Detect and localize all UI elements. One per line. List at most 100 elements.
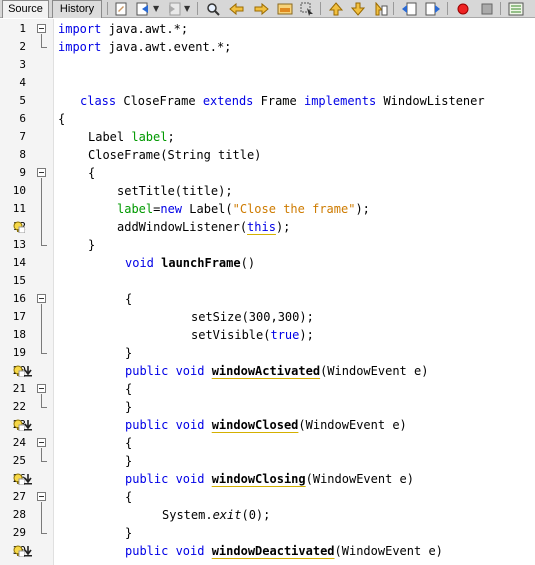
code-editor[interactable]: import java.awt.*; import java.awt.event.… — [54, 19, 535, 565]
code-token: ); — [275, 220, 291, 234]
code-line[interactable]: import java.awt.event.*; — [58, 38, 231, 56]
code-token: windowClosed — [211, 418, 299, 432]
code-token: } — [125, 346, 133, 360]
toggle-highlight-icon[interactable] — [277, 1, 293, 16]
code-token: void — [125, 256, 154, 270]
fold-guide — [41, 448, 42, 461]
line-number: 21 — [12, 382, 26, 395]
code-token: public void — [125, 472, 212, 486]
code-token: java.awt.event.*; — [101, 40, 232, 54]
editor-toolbar: Source History ▼ ▼ — [0, 0, 535, 18]
tab-history[interactable]: History — [52, 0, 102, 18]
code-line[interactable]: System.exit(0); — [162, 506, 270, 524]
code-line[interactable]: public void windowActivated(WindowEvent … — [125, 362, 428, 380]
code-line[interactable]: addWindowListener(this); — [117, 218, 290, 236]
line-number: 14 — [12, 256, 26, 269]
code-line[interactable]: } — [125, 344, 132, 362]
fold-end-marker — [41, 533, 47, 534]
code-token: "Close the frame" — [232, 202, 356, 216]
code-token: (WindowEvent e) — [320, 364, 429, 378]
implements-method-icon[interactable] — [24, 365, 32, 377]
code-line[interactable]: class CloseFrame extends Frame implement… — [80, 92, 485, 110]
code-token: public void — [125, 364, 212, 378]
tab-source[interactable]: Source — [2, 0, 49, 18]
code-token: public void — [125, 418, 212, 432]
line-number: 4 — [19, 76, 26, 89]
code-line[interactable]: { — [125, 488, 132, 506]
code-line[interactable]: setTitle(title); — [117, 182, 233, 200]
code-line[interactable]: } — [88, 236, 95, 254]
code-token: System. — [162, 508, 213, 522]
code-line[interactable]: label=new Label("Close the frame"); — [117, 200, 370, 218]
code-token: } — [125, 454, 133, 468]
code-line[interactable]: } — [125, 452, 132, 470]
find-icon[interactable] — [205, 1, 221, 16]
code-line[interactable]: { — [125, 290, 132, 308]
code-line[interactable]: { — [125, 380, 132, 398]
code-line[interactable]: { — [88, 164, 95, 182]
diff-icon[interactable] — [508, 1, 524, 16]
shift-left-icon[interactable] — [401, 1, 417, 16]
line-number: 9 — [19, 166, 26, 179]
selection-icon[interactable] — [299, 1, 315, 16]
code-token: { — [58, 112, 66, 126]
code-token: java.awt.*; — [101, 22, 189, 36]
chevron-down-icon[interactable]: ▼ — [184, 1, 190, 16]
fold-toggle-icon[interactable] — [37, 168, 46, 177]
forward-icon[interactable] — [166, 1, 182, 16]
line-number: 29 — [12, 526, 26, 539]
code-token: setSize(300,300); — [191, 310, 314, 324]
fold-toggle-icon[interactable] — [37, 24, 46, 33]
line-number-gutter: 1234567891011121314151617181920212223242… — [0, 19, 54, 565]
find-next-icon[interactable] — [253, 1, 269, 16]
code-token: (0); — [241, 508, 271, 522]
code-line[interactable]: { — [58, 110, 65, 128]
code-token: } — [125, 400, 133, 414]
implements-method-icon[interactable] — [24, 545, 32, 557]
shift-right-icon[interactable] — [425, 1, 441, 16]
code-token: label — [131, 130, 168, 144]
fold-toggle-icon[interactable] — [37, 384, 46, 393]
lightbulb-hint-icon[interactable] — [13, 221, 26, 234]
fold-toggle-icon[interactable] — [37, 438, 46, 447]
next-bookmark-icon[interactable] — [350, 1, 366, 16]
toolbar-separator — [447, 2, 448, 15]
code-line[interactable]: { — [125, 434, 132, 452]
code-token: WindowListener — [376, 94, 485, 108]
fold-toggle-icon[interactable] — [37, 492, 46, 501]
line-number: 11 — [12, 202, 26, 215]
back-icon[interactable] — [135, 1, 151, 16]
code-line[interactable]: public void windowClosed(WindowEvent e) — [125, 416, 407, 434]
last-edit-icon[interactable] — [113, 1, 129, 16]
chevron-down-icon[interactable]: ▼ — [153, 1, 159, 16]
find-prev-icon[interactable] — [229, 1, 245, 16]
stop-macro-icon[interactable] — [479, 1, 495, 16]
fold-end-marker — [41, 47, 47, 48]
toolbar-separator — [500, 2, 501, 15]
implements-method-icon[interactable] — [24, 419, 32, 431]
prev-bookmark-icon[interactable] — [328, 1, 344, 16]
implements-method-icon[interactable] — [24, 473, 32, 485]
code-line[interactable]: } — [125, 524, 132, 542]
fold-end-marker — [41, 407, 47, 408]
code-line[interactable]: import java.awt.*; — [58, 20, 188, 38]
code-line[interactable]: } — [125, 398, 132, 416]
start-macro-icon[interactable] — [455, 1, 471, 16]
line-number: 17 — [12, 310, 26, 323]
fold-guide — [41, 502, 42, 533]
code-line[interactable]: Label label; — [88, 128, 175, 146]
line-number: 3 — [19, 58, 26, 71]
code-token: this — [247, 220, 276, 234]
code-line[interactable]: public void windowDeactivated(WindowEven… — [125, 542, 443, 560]
code-token: import — [58, 40, 102, 54]
code-line[interactable]: setSize(300,300); — [191, 308, 314, 326]
toggle-bookmark-icon[interactable] — [372, 1, 388, 16]
code-line[interactable]: void launchFrame() — [125, 254, 255, 272]
code-token: setVisible( — [191, 328, 271, 342]
fold-end-marker — [41, 353, 47, 354]
code-line[interactable]: public void windowClosing(WindowEvent e) — [125, 470, 414, 488]
code-line[interactable]: setVisible(true); — [191, 326, 314, 344]
code-line[interactable]: CloseFrame(String title) — [88, 146, 261, 164]
code-token: windowClosing — [211, 472, 306, 486]
fold-toggle-icon[interactable] — [37, 294, 46, 303]
